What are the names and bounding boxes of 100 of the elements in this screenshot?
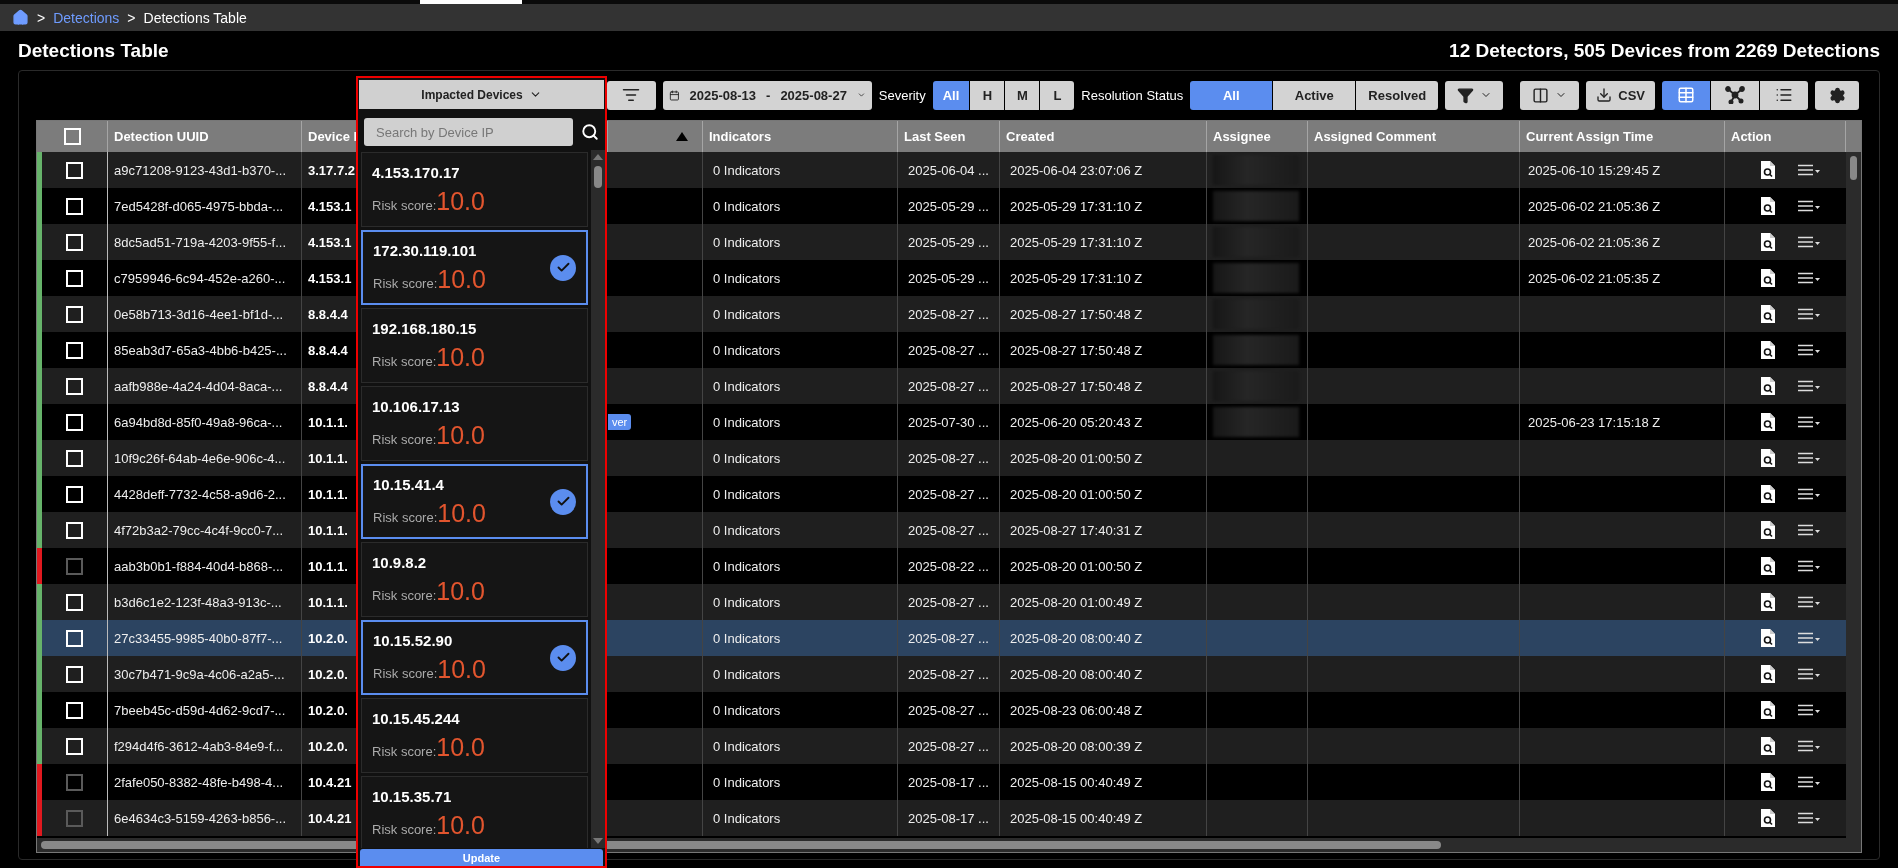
column-header[interactable]: Action xyxy=(1731,129,1772,144)
table-cell: 10.2.0. xyxy=(308,666,348,682)
menu-icon[interactable] xyxy=(1798,452,1821,464)
file-search-icon[interactable] xyxy=(1760,592,1776,612)
file-search-icon[interactable] xyxy=(1760,448,1776,468)
column-header[interactable]: Device I xyxy=(308,129,358,144)
column-header[interactable]: Created xyxy=(1006,129,1055,144)
menu-icon[interactable] xyxy=(1798,308,1821,320)
table-cell: 8.8.4.4 xyxy=(308,342,348,358)
device-ip: 10.9.8.2 xyxy=(372,553,428,571)
sort-arrow-icon[interactable] xyxy=(676,132,688,141)
resolution-option[interactable]: Active xyxy=(1273,80,1356,110)
check-icon xyxy=(550,254,576,281)
csv-export-button[interactable]: CSV xyxy=(1586,80,1655,110)
device-card[interactable]: 10.15.41.4 Risk score:10.0 xyxy=(361,464,588,539)
scroll-up-icon[interactable] xyxy=(593,154,603,160)
device-card[interactable]: 10.15.52.90 Risk score:10.0 xyxy=(361,620,588,695)
view-toggle[interactable] xyxy=(1760,80,1808,110)
file-search-icon[interactable] xyxy=(1760,160,1776,180)
menu-icon[interactable] xyxy=(1798,200,1821,212)
date-range-picker[interactable]: 2025-08-13 - 2025-08-27 xyxy=(662,80,872,110)
severity-option[interactable]: L xyxy=(1040,80,1075,110)
severity-option[interactable]: H xyxy=(970,80,1005,110)
view-toggle[interactable] xyxy=(1711,80,1759,110)
vertical-scrollbar[interactable] xyxy=(1846,152,1861,838)
table-cell: 2025-06-02 21:05:36 Z xyxy=(1528,198,1661,214)
table-cell: 6e4634c3-5159-4263-b856-... xyxy=(114,810,287,826)
column-header[interactable]: Assignee xyxy=(1213,129,1271,144)
table-cell: 10.1.1. xyxy=(308,450,348,466)
search-field[interactable]: Search by Device IP xyxy=(364,118,573,146)
table-cell: c7959946-6c94-452e-a260-... xyxy=(114,270,286,286)
device-card[interactable]: 10.106.17.13 Risk score:10.0 xyxy=(361,386,588,461)
device-card[interactable]: 10.15.35.71 Risk score:10.0 xyxy=(361,776,588,848)
file-search-icon[interactable] xyxy=(1760,304,1776,324)
file-search-icon[interactable] xyxy=(1760,232,1776,252)
impacted-devices-button[interactable]: Impacted Devices xyxy=(359,80,604,109)
file-search-icon[interactable] xyxy=(1760,628,1776,648)
menu-icon[interactable] xyxy=(1798,704,1821,716)
file-search-icon[interactable] xyxy=(1760,196,1776,216)
filter-dropdown-button[interactable] xyxy=(1445,80,1504,110)
menu-icon[interactable] xyxy=(1798,632,1821,644)
column-header[interactable]: Detection UUID xyxy=(114,129,209,144)
device-card[interactable]: 4.153.170.17 Risk score:10.0 xyxy=(361,152,588,227)
menu-icon[interactable] xyxy=(1798,344,1821,356)
file-search-icon[interactable] xyxy=(1760,484,1776,504)
list-scrollbar[interactable] xyxy=(591,150,605,848)
scrollbar-thumb[interactable] xyxy=(1850,156,1857,180)
menu-icon[interactable] xyxy=(1798,524,1821,536)
scrollbar-thumb[interactable] xyxy=(594,166,602,188)
table-cell: 2025-08-22 ... xyxy=(908,558,989,574)
resolution-option[interactable]: Resolved xyxy=(1356,80,1439,110)
columns-button[interactable] xyxy=(1520,80,1580,110)
menu-icon[interactable] xyxy=(1798,596,1821,608)
column-header[interactable]: Assigned Comment xyxy=(1314,129,1437,144)
table-cell: 2025-08-27 ... xyxy=(908,630,989,646)
home-icon[interactable] xyxy=(12,9,29,26)
search-icon[interactable] xyxy=(581,123,599,141)
menu-icon[interactable] xyxy=(1798,236,1821,248)
device-card[interactable]: 192.168.180.15 Risk score:10.0 xyxy=(361,308,588,383)
table-cell: 0 Indicators xyxy=(713,738,781,754)
device-card[interactable]: 172.30.119.101 Risk score:10.0 xyxy=(361,230,588,305)
severity-option[interactable]: M xyxy=(1005,80,1040,110)
menu-icon[interactable] xyxy=(1798,272,1821,284)
settings-button[interactable] xyxy=(1815,80,1859,110)
file-search-icon[interactable] xyxy=(1760,664,1776,684)
file-search-icon[interactable] xyxy=(1760,736,1776,756)
menu-icon[interactable] xyxy=(1798,668,1821,680)
menu-icon[interactable] xyxy=(1798,380,1821,392)
table-cell: 2025-08-27 17:50:48 Z xyxy=(1010,342,1143,358)
table-cell: b3d6c1e2-123f-48a3-913c-... xyxy=(114,594,282,610)
table-cell: 10.1.1. xyxy=(308,486,348,502)
table-cell: 2025-05-29 17:31:10 Z xyxy=(1010,198,1143,214)
menu-icon[interactable] xyxy=(1798,164,1821,176)
device-card[interactable]: 10.9.8.2 Risk score:10.0 xyxy=(361,542,588,617)
file-search-icon[interactable] xyxy=(1760,268,1776,288)
risk-label: Risk score: xyxy=(373,665,438,681)
column-header[interactable]: Current Assign Time xyxy=(1526,129,1654,144)
menu-icon[interactable] xyxy=(1798,740,1821,752)
table-cell: 0 Indicators xyxy=(713,414,781,430)
view-toggle[interactable] xyxy=(1662,80,1710,110)
table-cell: 2025-08-27 ... xyxy=(908,738,989,754)
file-search-icon[interactable] xyxy=(1760,376,1776,396)
file-search-icon[interactable] xyxy=(1760,412,1776,432)
table-cell: 2025-06-02 21:05:35 Z xyxy=(1528,270,1661,286)
column-header[interactable]: Last Seen xyxy=(904,129,966,144)
file-search-icon[interactable] xyxy=(1760,520,1776,540)
scroll-down-icon[interactable] xyxy=(593,838,603,844)
table-cell: 0 Indicators xyxy=(713,666,781,682)
breadcrumb-link[interactable]: Detections xyxy=(53,9,120,26)
filter-list-button[interactable] xyxy=(606,80,656,110)
menu-icon[interactable] xyxy=(1798,488,1821,500)
file-search-icon[interactable] xyxy=(1760,700,1776,720)
device-card[interactable]: 10.15.45.244 Risk score:10.0 xyxy=(361,698,588,773)
page-title: Detections Table xyxy=(18,39,169,62)
menu-icon[interactable] xyxy=(1798,416,1821,428)
table-cell: 10.1.1. xyxy=(308,522,348,538)
table-cell: 0 Indicators xyxy=(713,450,781,466)
risk-label: Risk score: xyxy=(373,509,438,525)
file-search-icon[interactable] xyxy=(1760,340,1776,360)
column-header[interactable]: Indicators xyxy=(709,129,772,144)
